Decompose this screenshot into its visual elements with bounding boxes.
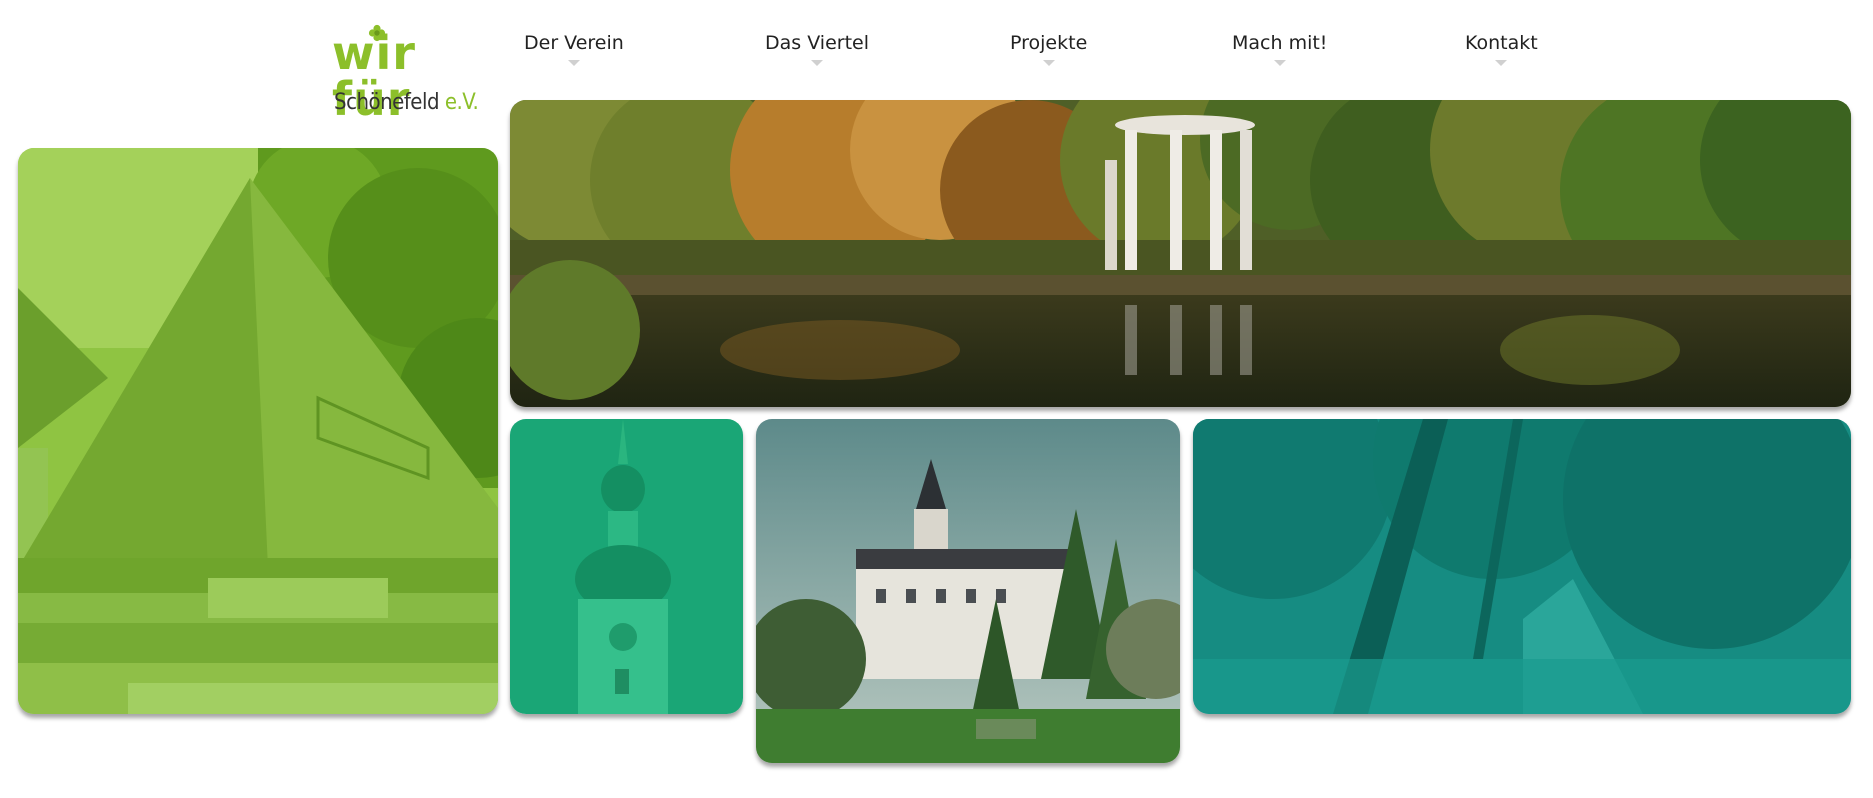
- tile-tree-path[interactable]: [1193, 419, 1851, 714]
- nav-item-label: Kontakt: [1465, 32, 1538, 54]
- tree-path-image: [1193, 419, 1851, 714]
- logo-text-secondary: Schönefeld e.V.: [334, 90, 479, 115]
- caret-down-icon: [1495, 60, 1508, 66]
- logo-suffix: e.V.: [444, 90, 479, 115]
- caret-down-icon: [567, 60, 580, 66]
- tile-pyramid[interactable]: [18, 148, 498, 714]
- nav-item-kontakt[interactable]: Kontakt: [1465, 32, 1538, 66]
- caret-down-icon: [1273, 60, 1286, 66]
- nav-item-label: Projekte: [1010, 32, 1088, 54]
- nav-item-label: Mach mit!: [1232, 32, 1328, 54]
- logo-place: Schönefeld: [334, 90, 440, 115]
- nav-item-mach-mit[interactable]: Mach mit!: [1232, 32, 1327, 66]
- tile-castle[interactable]: [756, 419, 1180, 763]
- nav-item-label: Das Viertel: [765, 32, 869, 54]
- park-pond-image: [510, 100, 1851, 407]
- main-navigation: Der Verein Das Viertel Projekte Mach mit…: [0, 32, 1873, 76]
- pyramid-image: [18, 148, 498, 714]
- caret-down-icon: [1042, 60, 1055, 66]
- nav-item-label: Der Verein: [524, 32, 624, 54]
- nav-item-der-verein[interactable]: Der Verein: [524, 32, 624, 66]
- tile-church-tower[interactable]: [510, 419, 743, 714]
- castle-image: [756, 419, 1180, 763]
- caret-down-icon: [811, 60, 823, 66]
- nav-item-projekte[interactable]: Projekte: [1010, 32, 1087, 66]
- church-tower-image: [510, 419, 743, 714]
- tile-park-pond[interactable]: [510, 100, 1851, 407]
- nav-item-das-viertel[interactable]: Das Viertel: [765, 32, 869, 66]
